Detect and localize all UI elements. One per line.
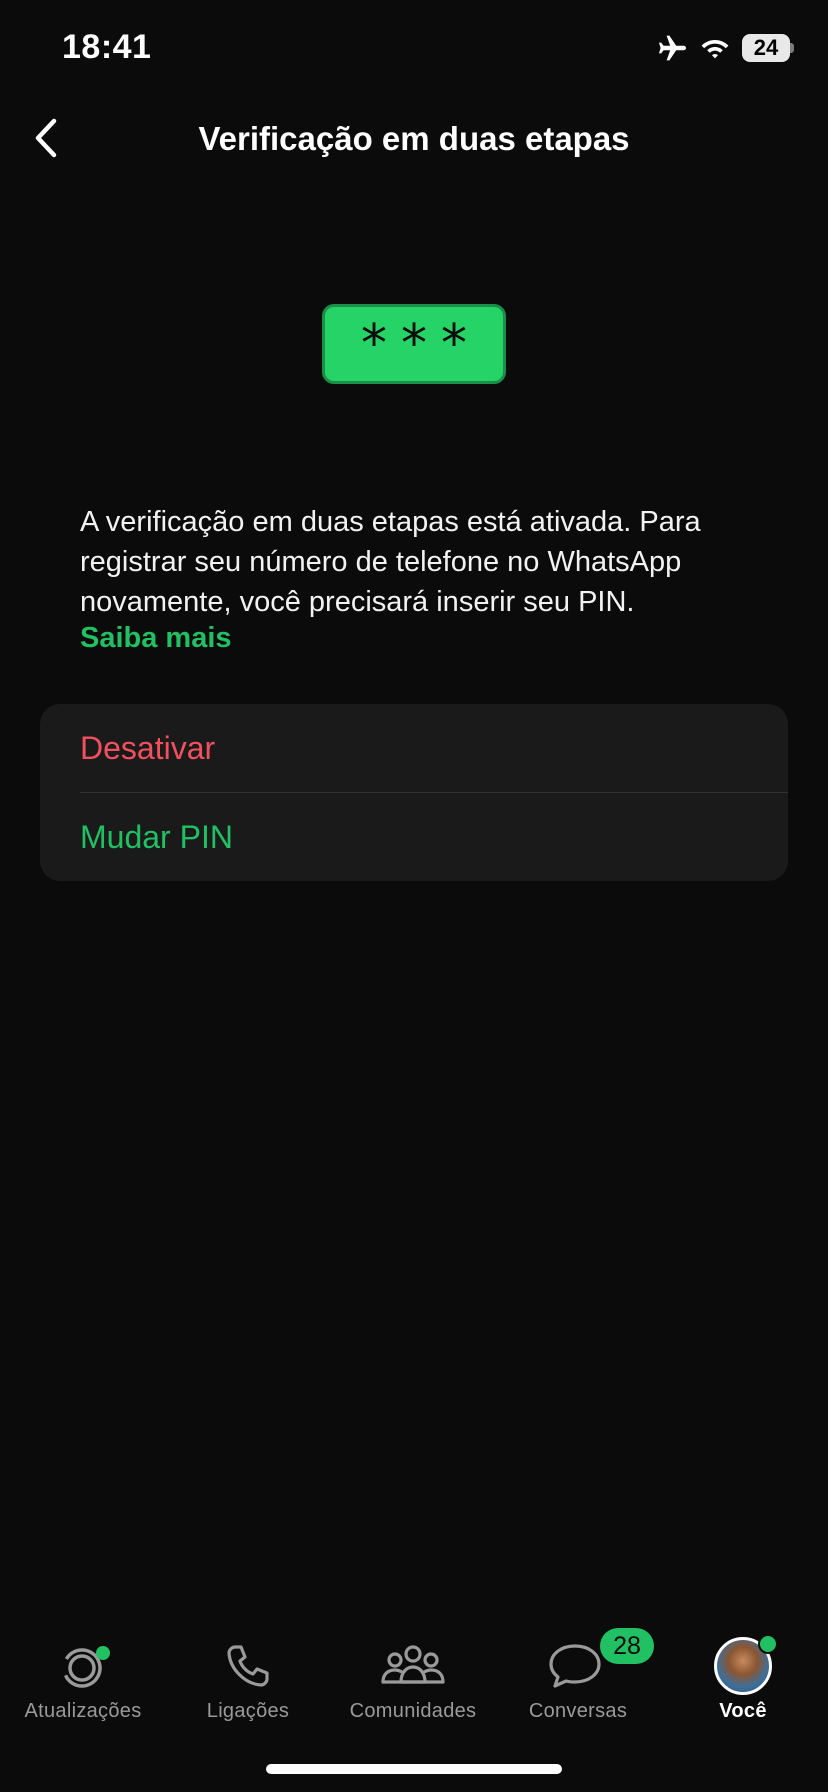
battery-level: 24 [742,34,790,62]
nav-bar: Verificação em duas etapas [0,100,828,180]
home-indicator [266,1764,562,1774]
battery-icon: 24 [742,34,794,62]
tab-label: Comunidades [349,1700,477,1722]
tab-label: Atualizações [24,1700,142,1722]
screen: 18:41 24 Verificação em duas etapas *** … [0,0,828,1792]
airplane-icon [656,34,688,62]
avatar-container [708,1634,778,1696]
battery-tip [790,43,794,53]
pin-mask: *** [361,314,481,374]
tab-label: Você [719,1700,767,1722]
page-title: Verificação em duas etapas [198,120,630,157]
change-pin-button[interactable]: Mudar PIN [40,793,788,881]
updates-icon [48,1636,118,1696]
status-bar: 18:41 24 [0,0,828,100]
tab-updates[interactable]: Atualizações [8,1614,158,1724]
disable-button[interactable]: Desativar [40,704,788,792]
options-card: Desativar Mudar PIN [40,704,788,881]
tab-communities[interactable]: Comunidades [338,1614,488,1724]
unread-count-badge: 28 [600,1628,654,1664]
status-time: 18:41 [62,28,152,66]
description-text: A verificação em duas etapas está ativad… [80,506,701,618]
tab-bar: Atualizações Ligações Comunidades Conver… [0,1614,828,1724]
tab-calls[interactable]: Ligações [173,1614,323,1724]
phone-icon [213,1636,283,1696]
wifi-icon [700,36,730,60]
tab-you[interactable]: Você [668,1614,818,1724]
tab-label: Ligações [206,1700,290,1722]
tab-label: Conversas [528,1700,628,1722]
updates-dot [96,1646,110,1660]
status-icons: 24 [656,34,794,62]
online-dot [758,1634,778,1654]
pin-illustration: *** [322,304,506,384]
learn-more-link[interactable]: Saiba mais [80,622,232,655]
communities-icon [378,1636,448,1696]
